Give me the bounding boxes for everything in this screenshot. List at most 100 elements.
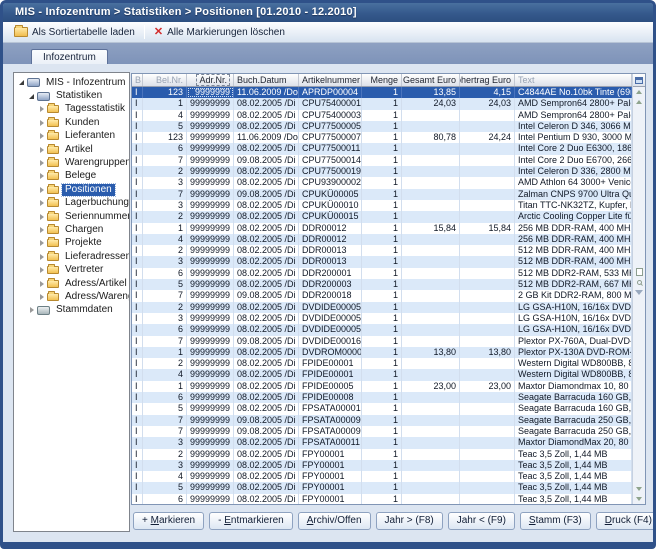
tree-item-warengruppen[interactable]: Warengruppen	[14, 156, 129, 169]
table-row[interactable]: I79999999909.08.2005 /DiCPUKÜ000051Zalma…	[132, 189, 632, 200]
unmark-button[interactable]: - Entmarkieren	[209, 512, 293, 530]
tree-item-chargen[interactable]: Chargen	[14, 223, 129, 236]
column-header-gesamt-euro[interactable]: Gesamt Euro	[402, 74, 460, 86]
tree-collapsed-arrow-icon[interactable]	[37, 200, 46, 206]
tree-item-adress-warengruppen[interactable]: Adress/Warengruppen	[14, 290, 129, 303]
table-row[interactable]: I39999999908.02.2005 /DiFPY000011Teac 3,…	[132, 460, 632, 471]
table-row[interactable]: I59999999908.02.2005 /DiFPSATA000011Seag…	[132, 403, 632, 414]
tree-collapsed-arrow-icon[interactable]	[37, 173, 46, 179]
tree-collapsed-arrow-icon[interactable]	[37, 120, 46, 126]
search-icon[interactable]	[637, 277, 642, 287]
column-header-buch-datum[interactable]: Buch.Datum	[234, 74, 299, 86]
tree-expanded-arrow-icon[interactable]	[27, 94, 36, 99]
table-row[interactable]: I49999999908.02.2005 /DiDDR000121256 MB …	[132, 234, 632, 245]
archive-open-button[interactable]: Archiv/Offen	[298, 512, 371, 530]
table-row[interactable]: I69999999908.02.2005 /DiDVDIDE000051LG G…	[132, 324, 632, 335]
table-row[interactable]: I19999999908.02.2005 /DiDDR00012115,8415…	[132, 223, 632, 234]
title-bar[interactable]: MIS - Infozentrum > Statistiken > Positi…	[3, 3, 653, 22]
table-row[interactable]: I39999999908.02.2005 /DiCPUKÜ000101Titan…	[132, 200, 632, 211]
table-row[interactable]: I39999999908.02.2005 /DiDDR000131512 MB …	[132, 256, 632, 267]
scroll-down-icon[interactable]	[636, 484, 642, 494]
table-row[interactable]: I19999999908.02.2005 /DiDVDROM00001113,8…	[132, 347, 632, 358]
table-row[interactable]: I29999999908.02.2005 /DiDVDIDE000051LG G…	[132, 302, 632, 313]
tree-collapsed-arrow-icon[interactable]	[37, 240, 46, 246]
year-prev-button[interactable]: Jahr < (F9)	[448, 512, 515, 530]
filter-icon[interactable]	[635, 287, 643, 297]
tree-collapsed-arrow-icon[interactable]	[37, 187, 46, 193]
tree-collapsed-arrow-icon[interactable]	[37, 147, 46, 153]
tree-item-lagerbuchungen[interactable]: Lagerbuchungen	[14, 197, 129, 210]
table-row[interactable]: I29999999908.02.2005 /DiDDR000131512 MB …	[132, 245, 632, 256]
table-row[interactable]: I79999999909.08.2005 /DiCPU775000141Inte…	[132, 155, 632, 166]
table-row[interactable]: I79999999909.08.2005 /DiFPSATA000091Seag…	[132, 415, 632, 426]
column-header-adr-nr[interactable]: Adr.Nr.	[187, 74, 234, 86]
tree-item-stammdaten[interactable]: Stammdaten	[14, 304, 129, 317]
table-row[interactable]: I123999999911.06.2009 /DoAPRDP00004113,8…	[132, 87, 632, 98]
table-row[interactable]: I79999999909.08.2005 /DiDDR20001812 GB K…	[132, 290, 632, 301]
column-header-bel-nr[interactable]: Bel.Nr.	[143, 74, 187, 86]
tree-item-mis-infozentrum[interactable]: MIS - Infozentrum	[14, 76, 129, 89]
table-row[interactable]: I29999999908.02.2005 /DiCPU775000191Inte…	[132, 166, 632, 177]
tree-item-vertreter[interactable]: Vertreter	[14, 263, 129, 276]
table-row[interactable]: I59999999908.02.2005 /DiFPY000011Teac 3,…	[132, 482, 632, 493]
tree-collapsed-arrow-icon[interactable]	[37, 294, 46, 300]
tree-item-kunden[interactable]: Kunden	[14, 116, 129, 129]
column-header-artikelnummer[interactable]: Artikelnummer	[299, 74, 362, 86]
table-row[interactable]: I69999999908.02.2005 /DiCPU775000111Inte…	[132, 143, 632, 154]
tree-item-projekte[interactable]: Projekte	[14, 237, 129, 250]
table-row[interactable]: I79999999909.08.2005 /DiDVDIDE000161Plex…	[132, 336, 632, 347]
scroll-up-icon[interactable]	[636, 97, 642, 107]
table-row[interactable]: I29999999908.02.2005 /DiCPUKÜ000151Arcti…	[132, 211, 632, 222]
table-row[interactable]: I69999999908.02.2005 /DiDDR2000011512 MB…	[132, 268, 632, 279]
table-row[interactable]: I49999999908.02.2005 /DiFPY000011Teac 3,…	[132, 471, 632, 482]
grid-scroll-strip[interactable]	[632, 74, 645, 504]
tree-item-statistiken[interactable]: Statistiken	[14, 89, 129, 102]
tree-item-adress-artikel[interactable]: Adress/Artikel	[14, 277, 129, 290]
mark-button[interactable]: + Markieren	[133, 512, 204, 530]
tree-item-lieferadressen[interactable]: Lieferadressen	[14, 250, 129, 263]
column-header-b[interactable]: B	[132, 74, 143, 86]
year-next-button[interactable]: Jahr > (F8)	[376, 512, 443, 530]
tree-collapsed-arrow-icon[interactable]	[37, 133, 46, 139]
scroll-bottom-icon[interactable]	[636, 494, 642, 504]
tree-item-positionen[interactable]: Positionen	[14, 183, 129, 196]
table-row[interactable]: I59999999908.02.2005 /DiCPU775000051Inte…	[132, 121, 632, 132]
tree-item-belege[interactable]: Belege	[14, 170, 129, 183]
stamm-button[interactable]: Stamm (F3)	[520, 512, 591, 530]
tree-collapsed-arrow-icon[interactable]	[37, 254, 46, 260]
table-row[interactable]: I49999999908.02.2005 /DiFPIDE000011Weste…	[132, 369, 632, 380]
table-row[interactable]: I49999999908.02.2005 /DiCPU754000031AMD …	[132, 110, 632, 121]
load-sort-table-button[interactable]: Als Sortiertabelle laden	[8, 25, 141, 40]
clear-marks-button[interactable]: ✕ Alle Markierungen löschen	[148, 25, 291, 40]
column-chooser-button[interactable]	[633, 74, 646, 87]
column-header-text[interactable]: Text	[515, 74, 632, 86]
tree-item-artikel[interactable]: Artikel	[14, 143, 129, 156]
tree-collapsed-arrow-icon[interactable]	[37, 106, 46, 112]
table-row[interactable]: I1239999999911.06.2009 /DoCPU77500007180…	[132, 132, 632, 143]
tree-collapsed-arrow-icon[interactable]	[37, 227, 46, 233]
tree-collapsed-arrow-icon[interactable]	[37, 214, 46, 220]
print-button[interactable]: Druck (F4)	[596, 512, 656, 530]
tree-expanded-arrow-icon[interactable]	[17, 80, 26, 85]
table-row[interactable]: I79999999909.08.2005 /DiFPSATA000091Seag…	[132, 426, 632, 437]
table-row[interactable]: I39999999908.02.2005 /DiFPSATA000111Maxt…	[132, 437, 632, 448]
tree-item-seriennummern[interactable]: Seriennummern	[14, 210, 129, 223]
scroll-top-icon[interactable]	[636, 87, 642, 97]
table-row[interactable]: I39999999908.02.2005 /DiCPU939000021AMD …	[132, 177, 632, 188]
column-header-rohertrag-euro[interactable]: Rohertrag Euro	[460, 74, 515, 86]
tree-collapsed-arrow-icon[interactable]	[37, 267, 46, 273]
column-header-menge[interactable]: Menge	[362, 74, 402, 86]
table-row[interactable]: I29999999908.02.2005 /DiFPIDE000011Weste…	[132, 358, 632, 369]
table-row[interactable]: I59999999908.02.2005 /DiDDR2000031512 MB…	[132, 279, 632, 290]
tree-item-tagesstatistik[interactable]: Tagesstatistik	[14, 103, 129, 116]
table-row[interactable]: I39999999908.02.2005 /DiDVDIDE000051LG G…	[132, 313, 632, 324]
tree-item-lieferanten[interactable]: Lieferanten	[14, 130, 129, 143]
page-icon[interactable]	[636, 267, 643, 277]
table-row[interactable]: I69999999908.02.2005 /DiFPY000011Teac 3,…	[132, 494, 632, 505]
tree-collapsed-arrow-icon[interactable]	[27, 307, 36, 313]
table-row[interactable]: I69999999908.02.2005 /DiFPIDE000081Seaga…	[132, 392, 632, 403]
tree-collapsed-arrow-icon[interactable]	[37, 281, 46, 287]
table-row[interactable]: I29999999908.02.2005 /DiFPY000011Teac 3,…	[132, 449, 632, 460]
tree-collapsed-arrow-icon[interactable]	[37, 160, 46, 166]
table-row[interactable]: I19999999908.02.2005 /DiFPIDE00005123,00…	[132, 381, 632, 392]
